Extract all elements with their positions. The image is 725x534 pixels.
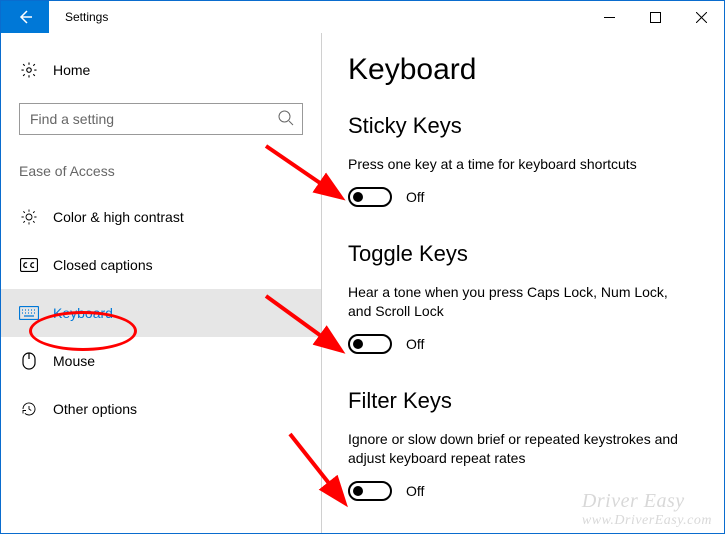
toggle-keys-toggle[interactable] — [348, 334, 392, 354]
sidebar-item-other-options[interactable]: Other options — [1, 385, 321, 433]
section-description: Press one key at a time for keyboard sho… — [348, 155, 688, 175]
sidebar-item-mouse[interactable]: Mouse — [1, 337, 321, 385]
sidebar-item-label: Closed captions — [39, 257, 153, 273]
minimize-button[interactable] — [586, 1, 632, 33]
close-button[interactable] — [678, 1, 724, 33]
home-label: Home — [39, 62, 90, 78]
sidebar-item-closed-captions[interactable]: Closed captions — [1, 241, 321, 289]
home-nav[interactable]: Home — [1, 55, 321, 85]
filter-keys-toggle[interactable] — [348, 481, 392, 501]
section-heading-toggle-keys: Toggle Keys — [348, 241, 702, 267]
sidebar-item-keyboard[interactable]: Keyboard — [1, 289, 321, 337]
sidebar-item-label: Other options — [39, 401, 137, 417]
toggle-state-label: Off — [392, 336, 424, 352]
keyboard-icon — [19, 306, 39, 320]
sidebar-item-color-high-contrast[interactable]: Color & high contrast — [1, 193, 321, 241]
sidebar-item-label: Mouse — [39, 353, 95, 369]
window-title: Settings — [49, 1, 108, 33]
gear-icon — [19, 61, 39, 79]
sticky-keys-toggle[interactable] — [348, 187, 392, 207]
back-button[interactable] — [1, 1, 49, 33]
section-heading-sticky-keys: Sticky Keys — [348, 113, 702, 139]
section-heading-filter-keys: Filter Keys — [348, 388, 702, 414]
sidebar-item-label: Keyboard — [39, 305, 113, 321]
search-box[interactable] — [19, 103, 303, 135]
brightness-icon — [19, 208, 39, 226]
search-input[interactable] — [19, 103, 303, 135]
maximize-button[interactable] — [632, 1, 678, 33]
search-icon — [277, 109, 295, 132]
category-header: Ease of Access — [1, 163, 321, 193]
section-description: Hear a tone when you press Caps Lock, Nu… — [348, 283, 688, 322]
toggle-state-label: Off — [392, 483, 424, 499]
clock-arrow-icon — [19, 400, 39, 418]
toggle-state-label: Off — [392, 189, 424, 205]
mouse-icon — [19, 352, 39, 370]
page-title: Keyboard — [348, 53, 702, 87]
closed-captions-icon — [19, 258, 39, 272]
section-description: Ignore or slow down brief or repeated ke… — [348, 430, 688, 469]
sidebar-item-label: Color & high contrast — [39, 209, 184, 225]
